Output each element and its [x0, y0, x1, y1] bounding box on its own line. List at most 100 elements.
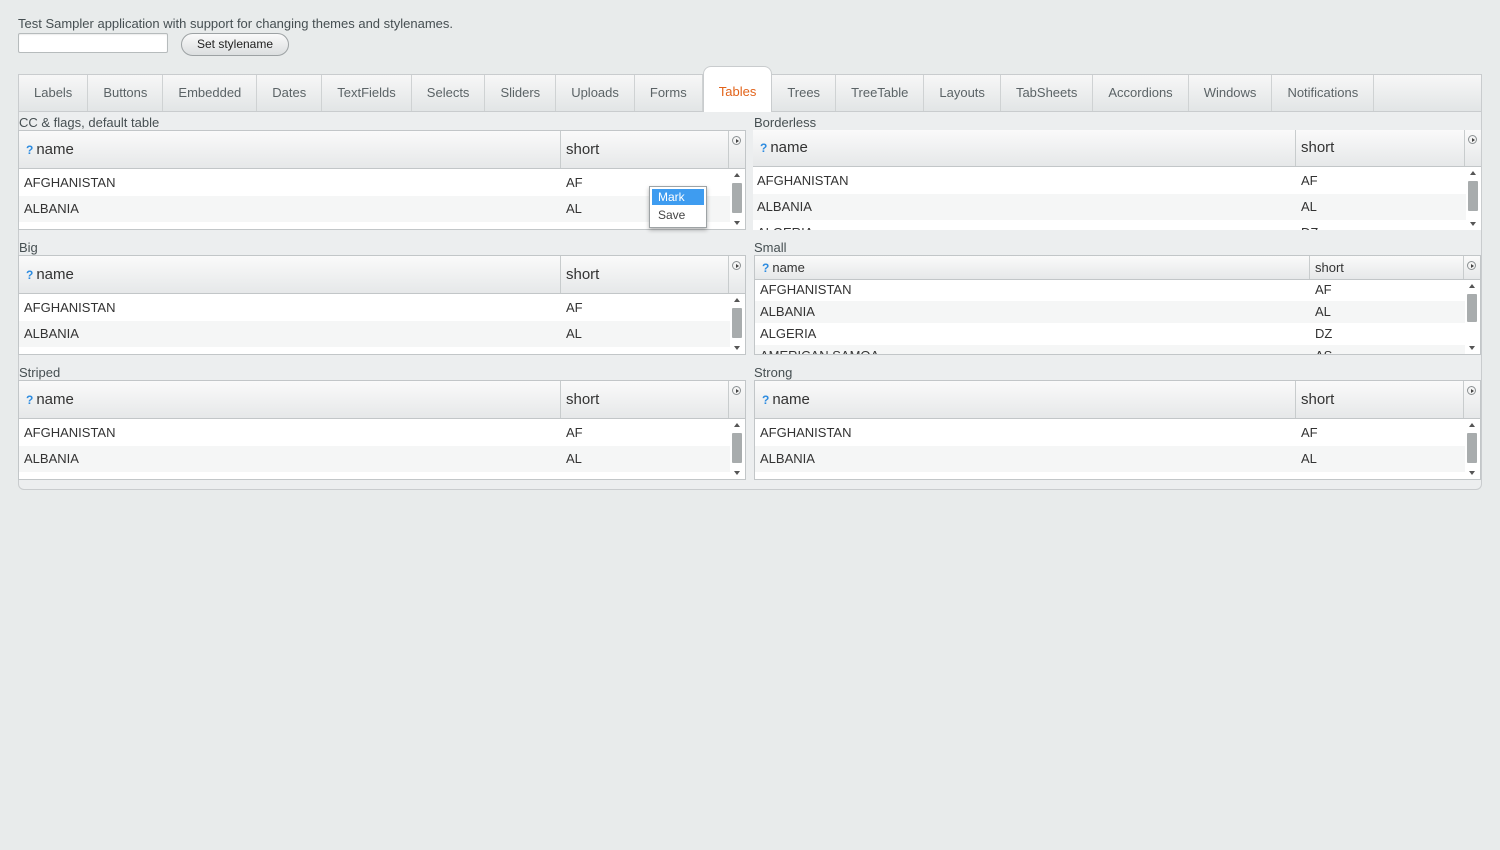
- scroll-up-arrow-icon[interactable]: [734, 173, 740, 177]
- column-selector-button[interactable]: [1463, 256, 1480, 279]
- table-big[interactable]: ? name short AFGHANISTAN AF ALBANIA AL: [18, 255, 746, 355]
- table-header: ? name short: [755, 381, 1480, 419]
- cell-name: AFGHANISTAN: [760, 425, 852, 440]
- vertical-scrollbar[interactable]: [730, 294, 745, 354]
- tab-buttons[interactable]: Buttons: [88, 75, 164, 111]
- table-strong[interactable]: ? name short AFGHANISTAN AF ALBANIA AL: [754, 380, 1481, 480]
- context-menu: Mark Save: [649, 186, 707, 228]
- vertical-scrollbar[interactable]: [1465, 280, 1480, 354]
- scroll-thumb[interactable]: [732, 433, 742, 463]
- vertical-scrollbar[interactable]: [1465, 419, 1480, 479]
- tab-accordions[interactable]: Accordions: [1093, 75, 1189, 111]
- table-striped[interactable]: ? name short AFGHANISTAN AF ALBANIA AL: [18, 380, 746, 480]
- tab-treetable[interactable]: TreeTable: [836, 75, 925, 111]
- scroll-thumb[interactable]: [732, 308, 742, 338]
- set-stylename-button[interactable]: Set stylename: [181, 33, 289, 56]
- tab-selects[interactable]: Selects: [412, 75, 486, 111]
- column-header-name[interactable]: ? name: [19, 131, 560, 168]
- tab-uploads[interactable]: Uploads: [556, 75, 635, 111]
- column-header-short[interactable]: short: [1295, 130, 1464, 166]
- table-row[interactable]: ALBANIA AL: [19, 321, 730, 347]
- table-borderless[interactable]: ?nameshortAFGHANISTANAFALBANIAALALGERIAD…: [753, 130, 1481, 230]
- cell-name: ALBANIA: [24, 451, 79, 466]
- context-menu-item-mark[interactable]: Mark: [652, 189, 704, 205]
- table-row[interactable]: ALBANIA AL: [755, 301, 1465, 323]
- help-icon: ?: [762, 261, 770, 275]
- vertical-scrollbar[interactable]: [730, 419, 745, 479]
- stylename-input[interactable]: [18, 33, 168, 53]
- tab-forms[interactable]: Forms: [635, 75, 703, 111]
- column-header-name[interactable]: ? name: [755, 381, 1295, 418]
- column-header-name[interactable]: ? name: [19, 256, 560, 293]
- column-selector-icon: [1468, 135, 1477, 144]
- table-row[interactable]: ALBANIA AL: [19, 446, 730, 472]
- tab-tabsheets[interactable]: TabSheets: [1001, 75, 1094, 111]
- tab-sliders[interactable]: Sliders: [485, 75, 557, 111]
- scroll-down-arrow-icon[interactable]: [1470, 222, 1476, 226]
- scroll-down-arrow-icon[interactable]: [1469, 471, 1475, 475]
- column-selector-button[interactable]: [728, 131, 745, 168]
- table-row[interactable]: AFGHANISTAN AF: [19, 295, 730, 321]
- scroll-up-arrow-icon[interactable]: [734, 423, 740, 427]
- tab-bar: Labels Buttons Embedded Dates TextFields Sele…: [18, 66, 1482, 112]
- scroll-thumb[interactable]: [1467, 433, 1477, 463]
- tab-dates[interactable]: Dates: [257, 75, 323, 111]
- scroll-up-arrow-icon[interactable]: [734, 298, 740, 302]
- column-header-short[interactable]: short: [560, 256, 728, 293]
- tab-trees[interactable]: Trees: [772, 75, 837, 111]
- table-header: ? name short: [19, 381, 745, 419]
- column-selector-button[interactable]: [1464, 130, 1481, 166]
- tab-layouts[interactable]: Layouts: [924, 75, 1001, 111]
- table-row[interactable]: ALBANIA AL: [753, 194, 1466, 220]
- column-selector-button[interactable]: [728, 256, 745, 293]
- table-row[interactable]: AFGHANISTAN AF: [753, 168, 1466, 194]
- table-small[interactable]: ? name short AFGHANISTAN AF ALBANIA AL ALGERIA D…: [754, 255, 1481, 355]
- scroll-down-arrow-icon[interactable]: [734, 221, 740, 225]
- table-default[interactable]: ? name short AFGHANISTAN AF ALBANIA AL: [18, 130, 746, 230]
- vertical-scrollbar[interactable]: [730, 169, 745, 229]
- scroll-up-arrow-icon[interactable]: [1469, 423, 1475, 427]
- column-selector-button[interactable]: [1463, 381, 1480, 418]
- table-row[interactable]: AMERICAN SAMOA AS: [755, 345, 1465, 354]
- table-caption-big: Big: [19, 240, 38, 255]
- column-header-name[interactable]: ? name: [19, 381, 560, 418]
- table-row[interactable]: AFGHANISTAN AF: [755, 420, 1465, 446]
- table-row[interactable]: ALGERIA DZ: [755, 323, 1465, 345]
- vertical-scrollbar[interactable]: [1466, 167, 1481, 230]
- table-row[interactable]: ALBANIA AL: [755, 446, 1465, 472]
- help-icon: ?: [26, 143, 34, 157]
- column-header-label: name: [36, 266, 74, 283]
- column-header-short[interactable]: short: [560, 131, 728, 168]
- scroll-up-arrow-icon[interactable]: [1470, 171, 1476, 175]
- context-menu-item-save[interactable]: Save: [652, 207, 704, 223]
- column-header-short[interactable]: short: [1295, 381, 1463, 418]
- column-header-name[interactable]: ? name: [755, 256, 1309, 279]
- scroll-down-arrow-icon[interactable]: [734, 471, 740, 475]
- table-row[interactable]: ALBANIA AL: [19, 196, 730, 222]
- scroll-down-arrow-icon[interactable]: [1469, 346, 1475, 350]
- column-header-short[interactable]: short: [560, 381, 728, 418]
- tab-labels[interactable]: Labels: [19, 75, 89, 111]
- column-header-name[interactable]: ? name: [753, 130, 1295, 166]
- column-selector-button[interactable]: [728, 381, 745, 418]
- table-row[interactable]: AFGHANISTAN AF: [755, 279, 1465, 301]
- scroll-up-arrow-icon[interactable]: [1469, 284, 1475, 288]
- scroll-thumb[interactable]: [1467, 294, 1477, 322]
- tab-embedded[interactable]: Embedded: [163, 75, 258, 111]
- cell-short: AF: [1301, 173, 1318, 188]
- scroll-thumb[interactable]: [732, 183, 742, 213]
- tab-textfields[interactable]: TextFields: [322, 75, 412, 111]
- tab-tables[interactable]: Tables: [702, 66, 773, 112]
- scroll-thumb[interactable]: [1468, 181, 1478, 211]
- table-caption-striped: Striped: [19, 365, 61, 380]
- tab-windows[interactable]: Windows: [1189, 75, 1273, 111]
- table-row[interactable]: AFGHANISTAN AF: [19, 170, 730, 196]
- tab-notifications[interactable]: Notifications: [1272, 75, 1375, 111]
- column-header-short[interactable]: short: [1309, 256, 1463, 279]
- help-icon: ?: [26, 393, 34, 407]
- table-row[interactable]: AFGHANISTAN AF: [19, 420, 730, 446]
- help-icon: ?: [26, 268, 34, 282]
- scroll-down-arrow-icon[interactable]: [734, 346, 740, 350]
- help-icon: ?: [760, 141, 768, 155]
- table-row[interactable]: ALGERIA DZ: [753, 220, 1466, 230]
